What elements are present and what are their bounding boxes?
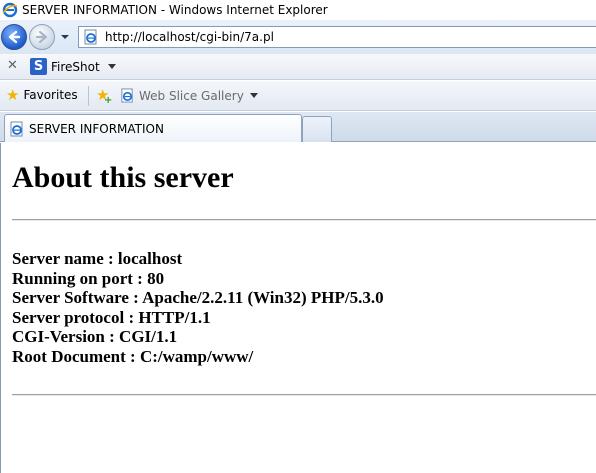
info-server-software: Server Software : Apache/2.2.11 (Win32) …	[12, 288, 384, 308]
divider	[12, 219, 596, 221]
info-port: Running on port : 80	[12, 268, 165, 288]
favorites-button[interactable]: ★ Favorites	[6, 86, 78, 104]
back-arrow-icon	[8, 30, 21, 44]
web-slice-icon	[121, 88, 133, 103]
chevron-down-icon[interactable]	[249, 93, 258, 98]
back-button[interactable]	[1, 24, 27, 50]
server-info-list: Server name : localhost Running on port …	[12, 249, 384, 367]
page-icon	[10, 121, 23, 136]
page-content: About this server Server name : localhos…	[0, 143, 596, 473]
tab-strip: SERVER INFORMATION	[0, 112, 596, 142]
address-bar[interactable]: http://localhost/cgi-bin/7a.pl	[78, 26, 596, 48]
info-root-document: Root Document : C:/wamp/www/	[12, 346, 254, 366]
info-server-protocol: Server protocol : HTTP/1.1	[12, 307, 211, 327]
fireshot-button[interactable]: S FireShot	[30, 58, 116, 75]
divider	[12, 394, 596, 396]
ie-logo-icon	[2, 2, 18, 18]
address-url[interactable]: http://localhost/cgi-bin/7a.pl	[105, 30, 274, 44]
web-slice-gallery-button[interactable]: Web Slice Gallery	[120, 88, 258, 103]
new-tab-button[interactable]	[302, 116, 332, 142]
recent-pages-dropdown-icon[interactable]	[60, 32, 70, 42]
info-server-name: Server name : localhost	[12, 249, 183, 268]
favorites-bar: ★ Favorites ★ + Web Slice Gallery	[0, 81, 596, 111]
forward-arrow-icon	[35, 30, 48, 44]
forward-button[interactable]	[29, 24, 55, 50]
command-toolbar: ✕ S FireShot	[0, 54, 596, 80]
favorites-separator	[88, 86, 89, 106]
tab-label: SERVER INFORMATION	[29, 121, 164, 136]
favorites-label: Favorites	[23, 88, 78, 102]
add-favorite-icon[interactable]: ★ +	[96, 88, 112, 107]
window-titlebar: SERVER INFORMATION - Windows Internet Ex…	[0, 0, 596, 20]
info-cgi-version: CGI-Version : CGI/1.1	[12, 327, 178, 347]
navigation-bar: http://localhost/cgi-bin/7a.pl	[0, 20, 596, 54]
web-slice-label: Web Slice Gallery	[139, 88, 244, 103]
fireshot-icon: S	[30, 58, 47, 75]
tab-server-information[interactable]: SERVER INFORMATION	[4, 114, 302, 142]
chevron-down-icon[interactable]	[107, 64, 116, 69]
close-icon[interactable]: ✕	[7, 59, 19, 72]
page-icon	[84, 29, 97, 45]
star-icon: ★	[6, 86, 20, 104]
window-title: SERVER INFORMATION - Windows Internet Ex…	[22, 3, 328, 17]
page-title: About this server	[12, 161, 234, 194]
fireshot-label: FireShot	[51, 59, 100, 74]
